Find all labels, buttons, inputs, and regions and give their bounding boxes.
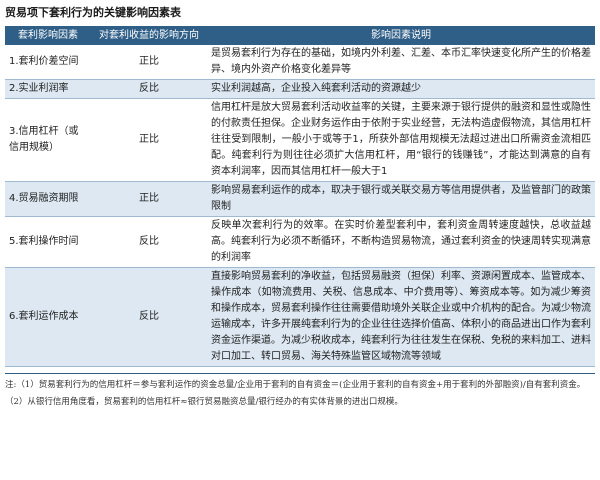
- factor-cell: 2.实业利润率: [5, 79, 91, 99]
- table-row: 4.贸易融资期限 正比 影响贸易套利运作的成本，取决于银行或关联交易方等信用提供…: [5, 181, 595, 217]
- description-cell: 信用杠杆是放大贸易套利活动收益率的关键，主要来源于银行提供的融资和显性或隐性的付…: [207, 98, 595, 182]
- factor-cell: 6.套利运作成本: [5, 267, 91, 367]
- table-header-row: 套利影响因素 对套利收益的影响方向 影响因素说明: [5, 26, 595, 45]
- note-2: （2）从银行信用角度看，贸易套利的信用杠杆≈银行贸易融资总量/银行经办的有实体背…: [5, 397, 403, 407]
- description-cell: 反映单次套利行为的效率。在实时价差型套利中，套利资金周转速度越快，总收益越高。纯…: [207, 216, 595, 268]
- factor-cell: 3.信用杠杆（或信用规模）: [5, 98, 91, 182]
- description-cell: 实业利润越高，企业投入纯套利活动的资源越少: [207, 79, 595, 99]
- direction-cell: 反比: [91, 216, 207, 268]
- table-title: 贸易项下套利行为的关键影响因素表: [5, 6, 181, 19]
- factors-table: 套利影响因素 对套利收益的影响方向 影响因素说明 1.套利价差空间 正比 是贸易…: [5, 26, 595, 367]
- header-description: 影响因素说明: [207, 26, 595, 45]
- factor-cell: 1.套利价差空间: [5, 45, 91, 80]
- factor-cell: 4.贸易融资期限: [5, 181, 91, 217]
- table-row: 5.套利操作时间 反比 反映单次套利行为的效率。在实时价差型套利中，套利资金周转…: [5, 216, 595, 268]
- direction-cell: 正比: [91, 45, 207, 80]
- note-1: 注:（1）贸易套利行为的信用杠杆＝参与套利运作的资金总量/企业用于套利的自有资金…: [5, 380, 586, 390]
- direction-cell: 正比: [91, 98, 207, 182]
- description-cell: 直接影响贸易套利的净收益，包括贸易融资（担保）利率、资源闲置成本、监管成本、操作…: [207, 267, 595, 367]
- factor-cell: 5.套利操作时间: [5, 216, 91, 268]
- description-cell: 是贸易套利行为存在的基础，如境内外利差、汇差、本币汇率快速变化所产生的价格差异、…: [207, 45, 595, 80]
- description-cell: 影响贸易套利运作的成本，取决于银行或关联交易方等信用提供者，及监管部门的政策限制: [207, 181, 595, 217]
- table-row: 1.套利价差空间 正比 是贸易套利行为存在的基础，如境内外利差、汇差、本币汇率快…: [5, 45, 595, 80]
- direction-cell: 反比: [91, 79, 207, 99]
- table-row: 6.套利运作成本 反比 直接影响贸易套利的净收益，包括贸易融资（担保）利率、资源…: [5, 267, 595, 367]
- header-direction: 对套利收益的影响方向: [91, 26, 207, 45]
- header-factor: 套利影响因素: [5, 26, 91, 45]
- direction-cell: 反比: [91, 267, 207, 367]
- table-row: 3.信用杠杆（或信用规模） 正比 信用杠杆是放大贸易套利活动收益率的关键，主要来…: [5, 98, 595, 182]
- table-notes: 注:（1）贸易套利行为的信用杠杆＝参与套利运作的资金总量/企业用于套利的自有资金…: [5, 373, 595, 410]
- direction-cell: 正比: [91, 181, 207, 217]
- table-row: 2.实业利润率 反比 实业利润越高，企业投入纯套利活动的资源越少: [5, 79, 595, 99]
- page: 贸易项下套利行为的关键影响因素表 套利影响因素 对套利收益的影响方向 影响因素说…: [0, 0, 600, 480]
